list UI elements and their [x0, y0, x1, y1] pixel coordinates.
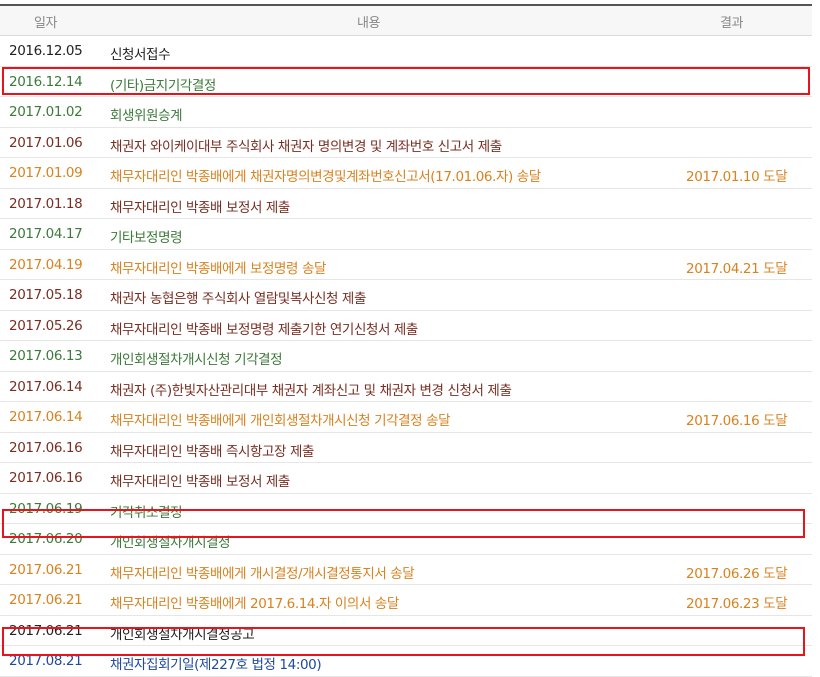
table-row: 2017.06.13 개인회생절차개시신청 기각결정 [0, 341, 812, 372]
row-date: 2017.05.18 [9, 287, 83, 303]
table-row: 2017.08.21 채권자집회기일(제227호 법정 14:00) [0, 646, 812, 677]
table-row: 2016.12.05 신청서접수 [0, 36, 812, 67]
case-history-table: 일자 내용 결과 2016.12.05 신청서접수 2016.12.14 (기타)금지… [0, 0, 820, 677]
table-row: 2017.06.14 채권자 (주)한빛자산관리대부 채권자 계좌신고 및 채권자… [0, 372, 812, 402]
row-result: 2017.06.16 도달 [686, 413, 788, 429]
row-date: 2017.04.17 [9, 226, 83, 242]
row-date: 2016.12.14 [9, 73, 83, 90]
table-row: 2017.06.21 채무자대리인 박종배에게 개시결정/개시결정통지서 송달 20… [0, 555, 812, 585]
row-date: 2017.04.19 [9, 256, 83, 273]
row-content: 채무자대리인 박종배 즉시항고장 제출 [110, 443, 314, 460]
row-content: 채무자대리인 박종배 보정명령 제출기한 연기신청서 제출 [110, 321, 418, 338]
row-content: 채권자 농협은행 주식회사 열람및복사신청 제출 [110, 291, 366, 307]
table-row: 2016.12.14 (기타)금지기각결정 [0, 67, 812, 97]
row-content: 채권자집회기일(제227호 법정 14:00) [110, 657, 322, 673]
header-date: 일자 [34, 16, 58, 31]
table-row: 2017.06.16 채무자대리인 박종배 보정서 제출 [0, 463, 812, 494]
row-content: 기타보정명령 [110, 230, 183, 246]
table-row: 2017.04.19 채무자대리인 박종배에게 보정명령 송달 2017.04.21… [0, 250, 812, 280]
row-date: 2017.01.02 [9, 104, 83, 120]
row-content: 신청서접수 [110, 47, 171, 63]
table-row: 2017.01.02 회생위원승계 [0, 97, 812, 128]
table-row: 2017.06.14 채무자대리인 박종배에게 개인회생절차개시신청 기각결정 송… [0, 402, 812, 433]
row-date: 2017.06.14 [9, 378, 83, 395]
table-row: 2017.06.19 기각취소결정 [0, 494, 812, 524]
row-date: 2017.06.19 [9, 500, 83, 517]
row-date: 2017.06.21 [9, 622, 83, 639]
row-date: 2017.01.18 [9, 195, 83, 212]
row-content: 채무자대리인 박종배에게 채권자명의변경및계좌번호신고서(17.01.06.자)… [110, 169, 541, 185]
row-date: 2017.06.21 [9, 592, 83, 608]
table-row: 2017.05.26 채무자대리인 박종배 보정명령 제출기한 연기신청서 제출 [0, 311, 812, 341]
row-result: 2017.01.10 도달 [686, 169, 788, 185]
table-body: 2016.12.05 신청서접수 2016.12.14 (기타)금지기각결정 2017.… [0, 36, 812, 677]
row-date: 2017.06.14 [9, 409, 83, 425]
table-row: 2017.04.17 기타보정명령 [0, 219, 812, 250]
row-date: 2016.12.05 [9, 43, 83, 59]
row-content: 개인회생절차개시결정공고 [110, 626, 255, 643]
row-content: 회생위원승계 [110, 108, 183, 124]
header-content: 내용 [357, 16, 381, 31]
row-content: 채무자대리인 박종배 보정서 제출 [110, 199, 290, 216]
row-content: 채권자 와이케이대부 주식회사 채권자 명의변경 및 계좌번호 신고서 제출 [110, 138, 502, 155]
table-header: 일자 내용 결과 [0, 6, 812, 36]
row-content: 개인회생절차개시신청 기각결정 [110, 352, 283, 368]
row-content: 기각취소결정 [110, 504, 183, 521]
row-content: (기타)금지기각결정 [110, 77, 216, 94]
row-date: 2017.08.21 [9, 653, 83, 669]
row-date: 2017.01.06 [9, 134, 83, 151]
table-row: 2017.06.21 개인회생절차개시결정공고 [0, 616, 812, 646]
row-date: 2017.05.26 [9, 317, 83, 334]
row-content: 채권자 (주)한빛자산관리대부 채권자 계좌신고 및 채권자 변경 신청서 제출 [110, 382, 512, 399]
table-row: 2017.01.09 채무자대리인 박종배에게 채권자명의변경및계좌번호신고서(1… [0, 158, 812, 189]
row-date: 2017.06.21 [9, 561, 83, 578]
table-row: 2017.06.16 채무자대리인 박종배 즉시항고장 제출 [0, 433, 812, 463]
row-date: 2017.06.16 [9, 470, 83, 486]
row-content: 채무자대리인 박종배에게 개시결정/개시결정통지서 송달 [110, 565, 415, 582]
header-result: 결과 [720, 16, 744, 31]
row-date: 2017.06.16 [9, 439, 83, 456]
table-row: 2017.06.20 개인회생절차개시결정 [0, 524, 812, 555]
row-content: 채무자대리인 박종배에게 개인회생절차개시신청 기각결정 송달 [110, 413, 451, 429]
table-row: 2017.06.21 채무자대리인 박종배에게 2017.6.14.자 이의서 송… [0, 585, 812, 616]
row-date: 2017.06.20 [9, 531, 83, 547]
row-content: 개인회생절차개시결정 [110, 535, 231, 551]
row-content: 채무자대리인 박종배 보정서 제출 [110, 474, 290, 490]
table-row: 2017.01.06 채권자 와이케이대부 주식회사 채권자 명의변경 및 계좌번… [0, 128, 812, 158]
row-result: 2017.06.26 도달 [686, 565, 788, 582]
row-date: 2017.06.13 [9, 348, 83, 364]
row-content: 채무자대리인 박종배에게 2017.6.14.자 이의서 송달 [110, 596, 399, 612]
row-result: 2017.06.23 도달 [686, 596, 788, 612]
table-row: 2017.05.18 채권자 농협은행 주식회사 열람및복사신청 제출 [0, 280, 812, 311]
row-date: 2017.01.09 [9, 165, 83, 181]
row-content: 채무자대리인 박종배에게 보정명령 송달 [110, 260, 327, 277]
table-row: 2017.01.18 채무자대리인 박종배 보정서 제출 [0, 189, 812, 219]
row-result: 2017.04.21 도달 [686, 260, 788, 277]
